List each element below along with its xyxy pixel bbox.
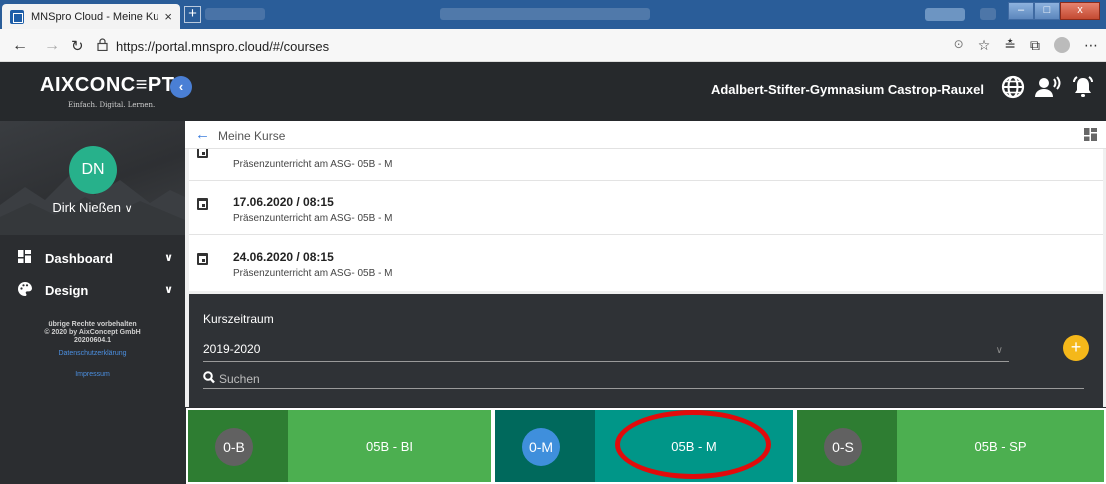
school-name: Adalbert-Stifter-Gymnasium Castrop-Rauxe… (710, 82, 984, 97)
tile-badge-area: 0-B (188, 410, 288, 482)
tile-badge-area: 0-S (797, 410, 897, 482)
course-name: 05B - SP (974, 439, 1027, 454)
tile-name-area: 05B - BI (288, 410, 491, 482)
calendar-icon (197, 198, 208, 210)
search-icon (203, 371, 215, 385)
search-input[interactable] (219, 372, 519, 386)
session-item[interactable]: 17.06.2020 / 08:15 Präsenzunterricht am … (189, 181, 1103, 235)
user-name: Dirk Nießen (52, 200, 121, 215)
palette-icon (18, 282, 32, 299)
tile-name-area: 05B - SP (897, 410, 1104, 482)
profile-section: DN Dirk Nießen ∨ (0, 121, 185, 235)
tile-name-area: 05B - M (595, 410, 793, 482)
user-avatar[interactable]: DN (69, 146, 117, 194)
course-filter-panel: Kurszeitraum 2019-2020 ∨ + (189, 294, 1103, 407)
course-name: 05B - M (671, 439, 717, 454)
refresh-icon[interactable]: ↻ (71, 37, 84, 55)
user-menu[interactable]: Dirk Nießen ∨ (0, 200, 185, 215)
url-field[interactable]: https://portal.mnspro.cloud/#/courses (116, 39, 329, 54)
favorites-list-icon[interactable]: ≛ (1004, 37, 1016, 54)
minimize-button[interactable]: – (1008, 2, 1034, 20)
tab-title: MNSpro Cloud - Meine Kurse (31, 10, 159, 23)
session-description: Präsenzunterricht am ASG- 05B - M (233, 268, 393, 279)
window-controls: – □ x (1008, 2, 1100, 20)
back-arrow-icon[interactable]: ← (12, 37, 28, 55)
globe-icon[interactable] (1000, 75, 1026, 101)
course-tile-sp[interactable]: 0-S 05B - SP (795, 408, 1106, 484)
privacy-link[interactable]: Datenschutzerklärung (0, 350, 185, 357)
reader-icon[interactable]: ⊙ (954, 37, 964, 54)
user-voice-icon[interactable] (1035, 75, 1061, 101)
add-course-button[interactable]: + (1063, 335, 1089, 361)
profile-avatar-icon[interactable] (1054, 37, 1070, 53)
session-item[interactable]: Präsenzunterricht am ASG- 05B - M (189, 149, 1103, 181)
dashboard-icon (18, 250, 31, 266)
tile-badge-area: 0-M (495, 410, 595, 482)
course-tile-m[interactable]: 0-M 05B - M (493, 408, 795, 484)
aixconcept-logo: AIXCONC≡PT (40, 74, 175, 96)
session-date: 24.06.2020 / 08:15 (233, 250, 334, 264)
logo-tagline: Einfach. Digital. Lernen. (68, 101, 156, 109)
breadcrumb-title: Meine Kurse (218, 129, 286, 143)
sidebar-item-label: Design (45, 283, 89, 298)
session-description: Präsenzunterricht am ASG- 05B - M (233, 213, 393, 224)
more-menu-icon[interactable]: ⋯ (1084, 37, 1098, 54)
blurred-area (925, 8, 965, 21)
calendar-icon (197, 253, 208, 265)
sidebar-item-design[interactable]: Design ∨ (0, 277, 185, 303)
course-badge: 0-M (522, 428, 560, 466)
site-favicon-icon (10, 9, 24, 24)
back-arrow-icon[interactable]: ← (195, 126, 210, 143)
calendar-icon (197, 149, 208, 158)
browser-tab-active[interactable]: MNSpro Cloud - Meine Kurse × (2, 4, 180, 29)
course-tiles: 0-B 05B - BI 0-M 05B - M 0-S 05B - SP (185, 407, 1106, 484)
search-field (203, 371, 1084, 389)
period-value: 2019-2020 (203, 342, 261, 356)
app-header: AIXCONC≡PT Einfach. Digital. Lernen. ‹ A… (0, 62, 1106, 121)
breadcrumb: ← Meine Kurse (185, 121, 1106, 149)
session-item[interactable]: 24.06.2020 / 08:15 Präsenzunterricht am … (189, 236, 1103, 290)
chevron-down-icon: ∨ (164, 284, 173, 296)
period-select[interactable]: 2019-2020 ∨ (203, 342, 1009, 362)
blurred-window-title (440, 8, 650, 20)
chevron-down-icon: ∨ (124, 203, 133, 215)
chevron-down-icon: ∨ (164, 252, 173, 264)
new-tab-button[interactable]: + (184, 6, 201, 23)
forward-arrow-icon[interactable]: → (44, 37, 60, 55)
imprint-link[interactable]: Impressum (0, 371, 185, 378)
favorite-star-icon[interactable]: ☆ (978, 37, 991, 54)
layout-toggle-icon[interactable] (1084, 128, 1097, 141)
sidebar: DN Dirk Nießen ∨ Dashboard ∨ Design ∨ üb… (0, 121, 185, 484)
main-content: ← Meine Kurse Präsenzunterricht am ASG- … (185, 121, 1106, 484)
collections-icon[interactable]: ⧉ (1030, 37, 1040, 54)
tab-close-button[interactable]: × (164, 9, 172, 24)
course-name: 05B - BI (366, 439, 413, 454)
lock-icon (97, 38, 108, 54)
session-description: Präsenzunterricht am ASG- 05B - M (233, 159, 393, 170)
blurred-area (205, 8, 265, 20)
browser-toolbar-icons: ⊙ ☆ ≛ ⧉ ⋯ (954, 37, 1098, 54)
course-tile-bi[interactable]: 0-B 05B - BI (186, 408, 493, 484)
session-list: Präsenzunterricht am ASG- 05B - M 17.06.… (189, 149, 1103, 291)
maximize-button[interactable]: □ (1034, 2, 1060, 20)
app-version: 20200604.1 (74, 337, 111, 344)
chevron-down-icon: ∨ (995, 345, 1003, 356)
browser-address-bar: ← → ↻ https://portal.mnspro.cloud/#/cour… (0, 29, 1106, 62)
browser-tab-bar: MNSpro Cloud - Meine Kurse × + – □ x (0, 0, 1106, 29)
sidebar-item-dashboard[interactable]: Dashboard ∨ (0, 245, 185, 271)
alarm-bell-icon[interactable] (1070, 75, 1096, 101)
course-badge: 0-S (824, 428, 862, 466)
period-label: Kurszeitraum (203, 312, 274, 326)
course-badge: 0-B (215, 428, 253, 466)
collapse-sidebar-button[interactable]: ‹ (170, 76, 192, 98)
session-date: 17.06.2020 / 08:15 (233, 195, 334, 209)
blurred-area (980, 8, 996, 20)
window-close-button[interactable]: x (1060, 2, 1100, 20)
sidebar-item-label: Dashboard (45, 251, 113, 266)
